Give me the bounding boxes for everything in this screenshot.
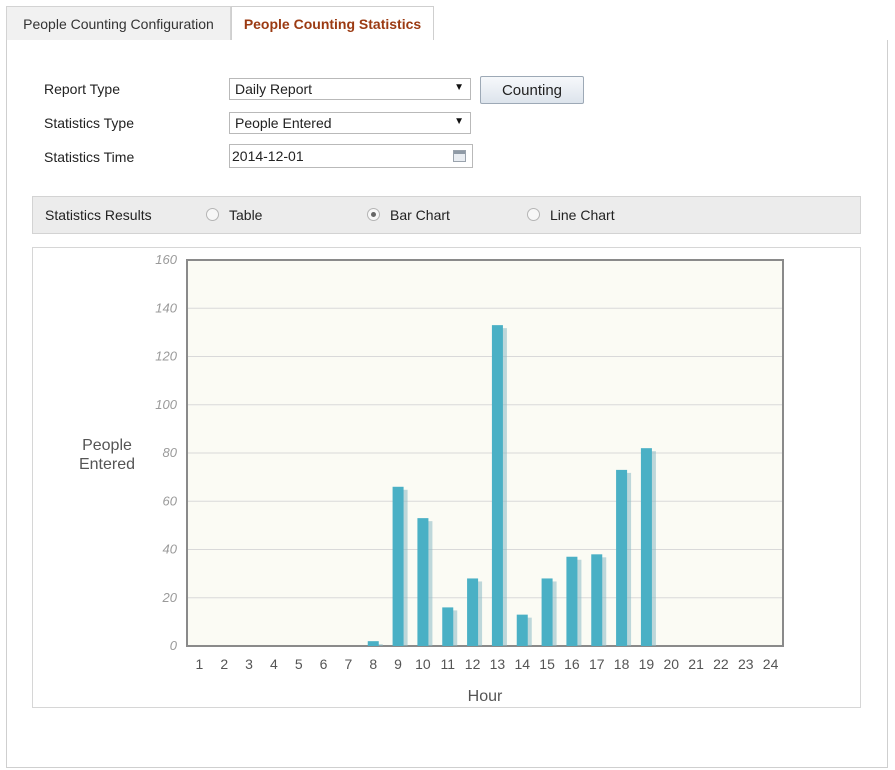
bar	[367, 641, 379, 646]
report-type-label: Report Type	[44, 81, 121, 97]
dropdown-arrow-icon: ▼	[454, 82, 464, 93]
statistics-results-label: Statistics Results	[45, 207, 152, 223]
x-tick-label: 24	[763, 656, 779, 672]
tab-people-counting-configuration[interactable]: People Counting Configuration	[6, 6, 231, 41]
y-axis-label: Entered	[79, 456, 135, 473]
radio-bar-chart[interactable]	[367, 208, 380, 221]
x-tick-label: 9	[394, 656, 402, 672]
statistics-results-bar: Statistics Results Table Bar Chart Line …	[32, 196, 861, 234]
report-type-value: Daily Report	[235, 81, 313, 97]
x-tick-label: 20	[663, 656, 679, 672]
statistics-type-label: Statistics Type	[44, 115, 135, 131]
radio-table[interactable]	[206, 208, 219, 221]
bar	[566, 556, 578, 646]
x-tick-label: 22	[713, 656, 729, 672]
counting-button[interactable]: Counting	[480, 76, 584, 104]
bar	[467, 578, 479, 646]
radio-bar-chart-label[interactable]: Bar Chart	[390, 207, 450, 223]
bar	[591, 554, 603, 646]
y-tick-label: 160	[155, 252, 177, 267]
y-tick-label: 0	[170, 638, 178, 653]
x-tick-label: 1	[196, 656, 204, 672]
x-tick-label: 6	[320, 656, 328, 672]
x-tick-label: 16	[564, 656, 580, 672]
x-tick-label: 13	[490, 656, 506, 672]
y-tick-label: 120	[155, 349, 177, 364]
y-tick-label: 60	[163, 493, 178, 508]
radio-line-chart-label[interactable]: Line Chart	[550, 207, 615, 223]
x-tick-label: 21	[688, 656, 704, 672]
statistics-time-input[interactable]: 2014-12-01	[229, 144, 473, 168]
bar	[616, 469, 628, 646]
x-tick-label: 18	[614, 656, 630, 672]
y-axis-label: People	[82, 437, 132, 454]
x-tick-label: 12	[465, 656, 481, 672]
x-tick-label: 17	[589, 656, 605, 672]
statistics-time-label: Statistics Time	[44, 149, 135, 165]
x-tick-label: 19	[639, 656, 655, 672]
x-tick-label: 4	[270, 656, 278, 672]
bar	[417, 518, 429, 646]
x-tick-label: 7	[345, 656, 353, 672]
bar	[640, 448, 652, 646]
report-type-select[interactable]: Daily Report ▼	[229, 78, 471, 100]
calendar-icon[interactable]	[453, 150, 466, 162]
x-axis-label: Hour	[468, 688, 503, 705]
y-tick-label: 40	[163, 542, 178, 557]
bar	[516, 614, 528, 646]
x-tick-label: 10	[415, 656, 431, 672]
y-tick-label: 20	[162, 590, 178, 605]
chart-container: 0 20 40 60 80 100 120 140 160 1 2 3 4 5 6 7 8 9 10 11 12 13 14…	[32, 247, 861, 708]
tab-bar: People Counting Configuration People Cou…	[6, 6, 888, 42]
statistics-type-value: People Entered	[235, 115, 332, 131]
y-tick-label: 140	[155, 300, 177, 315]
x-tick-label: 5	[295, 656, 303, 672]
bar-chart: 0204060801001201401601 2 3 4 5 6 7 8 9 10 11 12 13 14…	[79, 252, 784, 705]
x-tick-label: 2	[220, 656, 228, 672]
statistics-type-select[interactable]: People Entered ▼	[229, 112, 471, 134]
x-tick-label: 14	[514, 656, 530, 672]
bar	[541, 578, 553, 646]
bar	[491, 325, 503, 646]
y-tick-label: 80	[163, 445, 178, 460]
bar	[442, 607, 454, 646]
tab-people-counting-statistics[interactable]: People Counting Statistics	[231, 6, 434, 42]
x-tick-label: 23	[738, 656, 754, 672]
x-tick-label: 3	[245, 656, 253, 672]
x-tick-label: 11	[440, 656, 455, 672]
x-tick-label: 15	[539, 656, 555, 672]
y-tick-label: 100	[155, 397, 177, 412]
radio-table-label[interactable]: Table	[229, 207, 262, 223]
radio-line-chart[interactable]	[527, 208, 540, 221]
bar	[392, 486, 404, 646]
statistics-time-value: 2014-12-01	[232, 148, 304, 164]
dropdown-arrow-icon: ▼	[454, 116, 464, 127]
x-tick-label: 8	[369, 656, 377, 672]
